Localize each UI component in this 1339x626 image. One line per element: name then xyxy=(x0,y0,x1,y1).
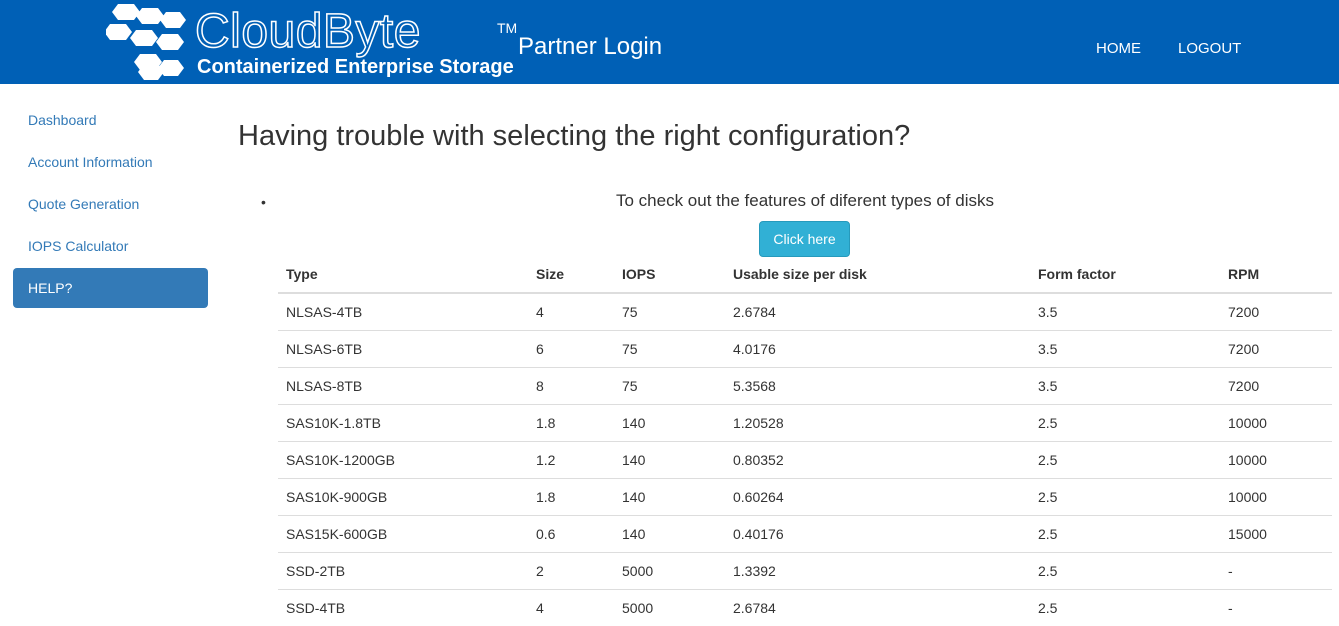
cell-iops: 75 xyxy=(622,303,638,320)
table-header-row: Type Size IOPS Usable size per disk Form… xyxy=(278,256,1332,294)
brand-tagline: Containerized Enterprise Storage xyxy=(197,56,514,78)
cell-iops: 140 xyxy=(614,514,725,552)
cell-form-factor: 2.5 xyxy=(1030,588,1220,626)
cell-size: 6 xyxy=(528,329,614,367)
table-row: SAS15K-600GB 0.6 140 0.40176 2.5 15000 xyxy=(278,514,1332,552)
sidebar-item-dashboard[interactable]: Dashboard xyxy=(13,100,208,140)
cell-form-factor: 2.5 xyxy=(1030,477,1220,515)
cell-type: NLSAS-4TB xyxy=(286,303,363,320)
cell-type: SSD-4TB xyxy=(278,588,528,626)
cell-size: 1.2 xyxy=(528,440,614,478)
column-header-size: Size xyxy=(528,256,614,294)
column-header-iops: IOPS xyxy=(614,256,725,294)
sidebar-nav: Dashboard Account Information Quote Gene… xyxy=(13,100,208,310)
cell-rpm: 10000 xyxy=(1220,440,1332,478)
cell-iops: 140 xyxy=(614,477,725,515)
cell-rpm: 7200 xyxy=(1228,303,1260,320)
cell-size: 1.8 xyxy=(528,477,614,515)
cell-form-factor: 3.5 xyxy=(1030,366,1220,404)
portal-title: Partner Login xyxy=(518,33,663,60)
column-header-type: Type xyxy=(278,256,528,294)
cell-rpm: 10000 xyxy=(1220,403,1332,441)
nav-home-link[interactable]: HOME xyxy=(1096,40,1141,58)
cell-usable-size: 1.3392 xyxy=(725,551,1030,589)
column-header-form-factor: Form factor xyxy=(1030,256,1220,294)
cell-type: SAS10K-1.8TB xyxy=(278,403,528,441)
cell-type: SAS10K-1200GB xyxy=(278,440,528,478)
cell-type: SSD-2TB xyxy=(278,551,528,589)
list-bullet: • xyxy=(261,194,266,210)
cell-usable-size: 5.3568 xyxy=(725,366,1030,404)
table-row: NLSAS-6TB 6 75 4.0176 3.5 7200 xyxy=(278,329,1332,367)
cell-usable-size: 0.40176 xyxy=(725,514,1030,552)
cell-rpm: 10000 xyxy=(1220,477,1332,515)
cell-iops: 75 xyxy=(614,329,725,367)
table-row: SAS10K-900GB 1.8 140 0.60264 2.5 10000 xyxy=(278,477,1332,515)
sidebar-item-iops-calculator[interactable]: IOPS Calculator xyxy=(13,226,208,266)
sidebar-item-quote-generation[interactable]: Quote Generation xyxy=(13,184,208,224)
cell-type: SAS15K-600GB xyxy=(278,514,528,552)
cell-form-factor: 2.5 xyxy=(1030,514,1220,552)
nav-logout-link[interactable]: LOGOUT xyxy=(1178,40,1241,58)
cell-form-factor: 3.5 xyxy=(1038,303,1058,320)
cell-usable-size: 2.6784 xyxy=(733,303,776,320)
cell-rpm: 7200 xyxy=(1220,329,1332,367)
cell-size: 0.6 xyxy=(528,514,614,552)
cell-iops: 140 xyxy=(614,440,725,478)
cell-form-factor: 2.5 xyxy=(1030,440,1220,478)
table-row: SAS10K-1200GB 1.2 140 0.80352 2.5 10000 xyxy=(278,440,1332,478)
disk-types-table: Type Size IOPS Usable size per disk Form… xyxy=(278,256,1332,626)
cell-usable-size: 1.20528 xyxy=(725,403,1030,441)
cell-form-factor: 2.5 xyxy=(1030,551,1220,589)
cell-size: 2 xyxy=(528,551,614,589)
cell-iops: 140 xyxy=(614,403,725,441)
cell-size: 4 xyxy=(528,588,614,626)
cell-rpm: - xyxy=(1220,588,1332,626)
column-header-rpm: RPM xyxy=(1220,256,1332,294)
brand-trademark: TM xyxy=(497,20,518,36)
cell-type: SAS10K-900GB xyxy=(278,477,528,515)
cell-type: NLSAS-8TB xyxy=(278,366,528,404)
cell-size: 8 xyxy=(528,366,614,404)
cell-usable-size: 4.0176 xyxy=(725,329,1030,367)
sidebar-item-account-information[interactable]: Account Information xyxy=(13,142,208,182)
cell-iops: 5000 xyxy=(614,551,725,589)
cell-usable-size: 0.80352 xyxy=(725,440,1030,478)
cell-rpm: 15000 xyxy=(1220,514,1332,552)
column-header-usable-size: Usable size per disk xyxy=(725,256,1030,294)
cell-iops: 75 xyxy=(614,366,725,404)
cell-size: 1.8 xyxy=(528,403,614,441)
disk-features-info-text: To check out the features of diferent ty… xyxy=(616,191,994,210)
cell-rpm: 7200 xyxy=(1220,366,1332,404)
cell-iops: 5000 xyxy=(614,588,725,626)
cell-usable-size: 2.6784 xyxy=(725,588,1030,626)
cell-rpm: - xyxy=(1220,551,1332,589)
table-row: SSD-4TB 4 5000 2.6784 2.5 - xyxy=(278,588,1332,626)
hexagon-cluster-logo-icon xyxy=(106,4,186,80)
cell-usable-size: 0.60264 xyxy=(725,477,1030,515)
table-row: NLSAS-4TB 4 75 2.6784 3.5 7200 xyxy=(278,293,1332,330)
table-row: NLSAS-8TB 8 75 5.3568 3.5 7200 xyxy=(278,366,1332,404)
click-here-button[interactable]: Click here xyxy=(759,221,850,257)
top-header-bar: CloudByte TM Containerized Enterprise St… xyxy=(0,0,1339,84)
cell-form-factor: 2.5 xyxy=(1030,403,1220,441)
sidebar-item-help[interactable]: HELP? xyxy=(13,268,208,308)
brand-name: CloudByte xyxy=(194,5,421,59)
cell-type: NLSAS-6TB xyxy=(278,329,528,367)
cell-size: 4 xyxy=(536,303,544,320)
table-row: SAS10K-1.8TB 1.8 140 1.20528 2.5 10000 xyxy=(278,403,1332,441)
page-title: Having trouble with selecting the right … xyxy=(238,120,911,152)
cell-form-factor: 3.5 xyxy=(1030,329,1220,367)
table-row: SSD-2TB 2 5000 1.3392 2.5 - xyxy=(278,551,1332,589)
